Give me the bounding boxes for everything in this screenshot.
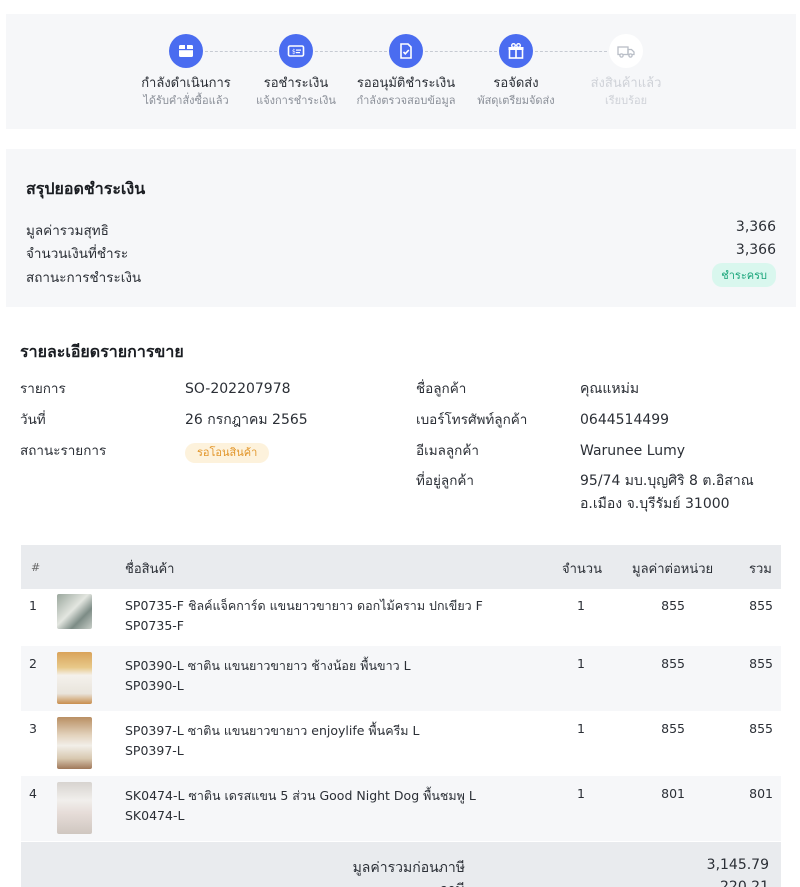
customer-address-label: ที่อยู่ลูกค้า [416,473,474,489]
col-index: # [31,561,41,574]
customer-email-value: Warunee Lumy [580,443,686,459]
row-unit-price: 855 [661,656,685,671]
product-title: SK0474-L ซาติน เดรสแขน 5 ส่วน Good Night… [125,788,476,803]
row-total: 801 [749,786,773,801]
product-thumbnail [57,652,92,704]
paid-amount-value: 3,366 [735,242,776,258]
payment-summary: สรุปยอดชำระเงิน มูลค่ารวมสุทธิ 3,366 จำน… [6,149,796,307]
net-total-value: 3,366 [735,219,776,235]
order-status-label: สถานะรายการ [20,443,107,459]
pretax-total-label: มูลค่ารวมก่อนภาษี [352,860,465,876]
product-sku: SK0474-L [125,808,185,823]
row-quantity: 1 [577,786,585,801]
paid-amount-label: จำนวนเงินที่ชำระ [26,246,129,262]
order-date-value: 26 กรกฎาคม 2565 [185,412,308,428]
customer-address-line2: อ.เมือง จ.บุรีรัมย์ 31000 [580,496,730,512]
tax-label: ภาษี [439,879,465,887]
tax-value: 220.21 [720,879,769,887]
col-total: รวม [749,562,772,577]
row-total: 855 [749,656,773,671]
table-totals: มูลค่ารวมก่อนภาษี 3,145.79 ภาษี 220.21 [21,842,781,887]
order-status-badge: รอโอนสินค้า [185,443,270,463]
customer-email-label: อีเมลลูกค้า [416,443,479,459]
row-unit-price: 855 [661,721,685,736]
product-thumbnail [57,782,92,834]
pretax-total-value: 3,145.79 [706,857,769,873]
svg-text:$: $ [292,49,296,56]
product-thumbnail [57,717,92,769]
step-shipped: ส่งสินค้าแล้ว เรียบร้อย [561,34,691,107]
table-row: 2 SP0390-L ซาติน แขนยาวขายาว ช้างน้อย พื… [21,646,781,711]
payment-status-badge: ชำระครบ [712,263,776,287]
table-row: 1 SP0735-F ชิลค์แจ็คการ์ด แขนยาวขายาว ดอ… [21,589,781,646]
product-thumbnail [57,594,92,629]
order-progress: กำลังดำเนินการ ได้รับคำสั่งซื้อแล้ว $ รอ… [6,14,796,129]
document-check-icon [389,34,423,68]
row-index: 4 [29,786,37,801]
step-subtitle: เรียบร้อย [604,94,648,107]
payment-status-row: สถานะการชำระเงิน ชำระครบ [26,263,776,287]
row-index: 1 [29,598,37,613]
table-row: 4 SK0474-L ซาติน เดรสแขน 5 ส่วน Good Nig… [21,776,781,841]
product-title: SP0390-L ซาติน แขนยาวขายาว ช้างน้อย พื้น… [125,658,411,673]
row-quantity: 1 [577,656,585,671]
payment-card-icon: $ [279,34,313,68]
product-name: SP0390-L ซาติน แขนยาวขายาว ช้างน้อย พื้น… [125,656,411,696]
product-title: SP0735-F ชิลค์แจ็คการ์ด แขนยาวขายาว ดอกไ… [125,598,483,613]
net-total-label: มูลค่ารวมสุทธิ [26,223,109,239]
customer-name-value: คุณแหม่ม [580,381,640,397]
customer-name-label: ชื่อลูกค้า [416,381,467,397]
product-name: SP0735-F ชิลค์แจ็คการ์ด แขนยาวขายาว ดอกไ… [125,596,483,636]
sale-details-title: รายละเอียดรายการขาย [20,342,184,361]
row-unit-price: 855 [661,598,685,613]
row-index: 3 [29,721,37,736]
customer-address-line1: 95/74 มบ.บุญศิริ 8 ต.อิสาณ [580,473,754,489]
customer-phone-value: 0644514499 [580,412,670,428]
net-total-row: มูลค่ารวมสุทธิ 3,366 [26,219,776,239]
product-sku: SP0735-F [125,618,184,633]
items-table: # ชื่อสินค้า จำนวน มูลค่าต่อหน่วย รวม 1 … [21,545,781,841]
row-total: 855 [749,598,773,613]
row-index: 2 [29,656,37,671]
paid-amount-row: จำนวนเงินที่ชำระ 3,366 [26,242,776,262]
row-quantity: 1 [577,598,585,613]
order-number-label: รายการ [20,381,66,397]
product-name: SK0474-L ซาติน เดรสแขน 5 ส่วน Good Night… [125,786,476,826]
col-product-name: ชื่อสินค้า [125,562,175,577]
product-title: SP0397-L ซาติน แขนยาวขายาว enjoylife พื้… [125,723,420,738]
customer-phone-label: เบอร์โทรศัพท์ลูกค้า [416,412,528,428]
row-quantity: 1 [577,721,585,736]
order-status-badge-wrap: รอโอนสินค้า [185,441,270,463]
product-sku: SP0390-L [125,678,184,693]
step-title: ส่งสินค้าแล้ว [590,76,662,91]
table-row: 3 SP0397-L ซาติน แขนยาวขายาว enjoylife พ… [21,711,781,776]
gift-box-icon [499,34,533,68]
payment-status-label: สถานะการชำระเงิน [26,270,142,286]
box-icon [169,34,203,68]
product-sku: SP0397-L [125,743,184,758]
truck-icon [609,34,643,68]
order-date-label: วันที่ [20,412,46,428]
col-unit-price: มูลค่าต่อหน่วย [632,562,714,577]
row-unit-price: 801 [661,786,685,801]
product-name: SP0397-L ซาติน แขนยาวขายาว enjoylife พื้… [125,721,419,761]
payment-summary-title: สรุปยอดชำระเงิน [26,179,146,198]
table-header: # ชื่อสินค้า จำนวน มูลค่าต่อหน่วย รวม [21,545,781,589]
col-quantity: จำนวน [562,562,602,577]
order-number-value: SO-202207978 [185,381,291,397]
row-total: 855 [749,721,773,736]
